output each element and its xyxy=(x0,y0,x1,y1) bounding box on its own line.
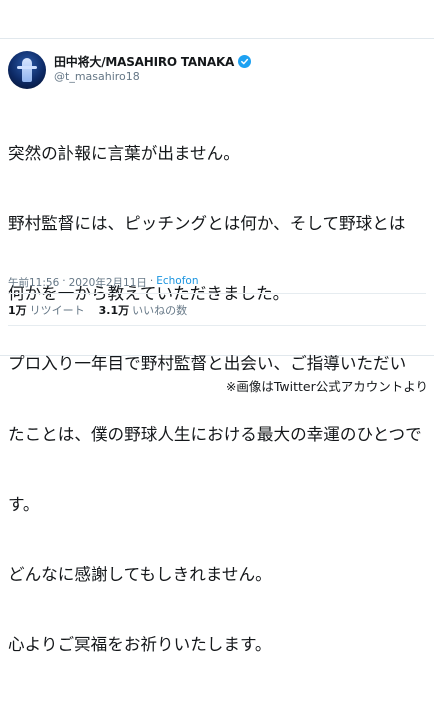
tweet-text-line: 突然の訃報に言葉が出ません。 xyxy=(8,143,240,163)
display-name[interactable]: 田中将大/MASAHIRO TANAKA xyxy=(54,53,234,70)
tweet-source-link[interactable]: Echofon xyxy=(156,275,198,290)
tweet-text-line: たことは、僕の野球人生における最大の幸運のひとつで xyxy=(8,424,422,444)
likes-count: 3.1万 xyxy=(98,304,130,317)
retweets-label: リツイート xyxy=(29,304,85,317)
tweet-header: 田中将大/MASAHIRO TANAKA @t_masahiro18 xyxy=(8,51,428,91)
meta-separator: · xyxy=(149,275,154,287)
name-row: 田中将大/MASAHIRO TANAKA xyxy=(54,53,252,70)
divider xyxy=(8,325,426,326)
tweet-text-line: どんなに感謝してもしきれません。 xyxy=(8,565,272,585)
tweet-date[interactable]: 2020年2月11日 xyxy=(69,275,147,290)
tweet-text-line: 野村監督には、ピッチングとは何か、そして野球とは xyxy=(8,214,406,234)
tweet-text: 突然の訃報に言葉が出ません。 野村監督には、ピッチングとは何か、そして野球とは … xyxy=(8,95,432,704)
tweet-meta: 午前11:56 · 2020年2月11日 · Echofon xyxy=(8,275,198,290)
tweet-stats: 1万 リツイート 3.1万 いいねの数 xyxy=(8,302,187,318)
tweet-card: 田中将大/MASAHIRO TANAKA @t_masahiro18 突然の訃報… xyxy=(0,38,434,654)
retweets-stat[interactable]: 1万 リツイート xyxy=(8,302,85,318)
image-credit: ※画像はTwitter公式アカウントより xyxy=(225,379,428,394)
tweet-time[interactable]: 午前11:56 xyxy=(8,275,59,290)
likes-stat[interactable]: 3.1万 いいねの数 xyxy=(99,302,188,318)
meta-separator: · xyxy=(62,275,66,287)
tweet-text-line: す。 xyxy=(8,494,40,514)
likes-label: いいねの数 xyxy=(132,304,188,317)
user-handle[interactable]: @t_masahiro18 xyxy=(54,70,140,83)
verified-badge-icon xyxy=(238,55,252,68)
divider xyxy=(8,293,426,294)
avatar-figure xyxy=(17,58,37,82)
tweet-text-line: プロ入り一年目で野村監督と出会い、ご指導いただい xyxy=(8,354,407,374)
avatar[interactable] xyxy=(8,51,46,89)
retweets-count: 1万 xyxy=(8,304,27,317)
tweet-text-line: 心よりご冥福をお祈りいたします。 xyxy=(8,635,272,655)
